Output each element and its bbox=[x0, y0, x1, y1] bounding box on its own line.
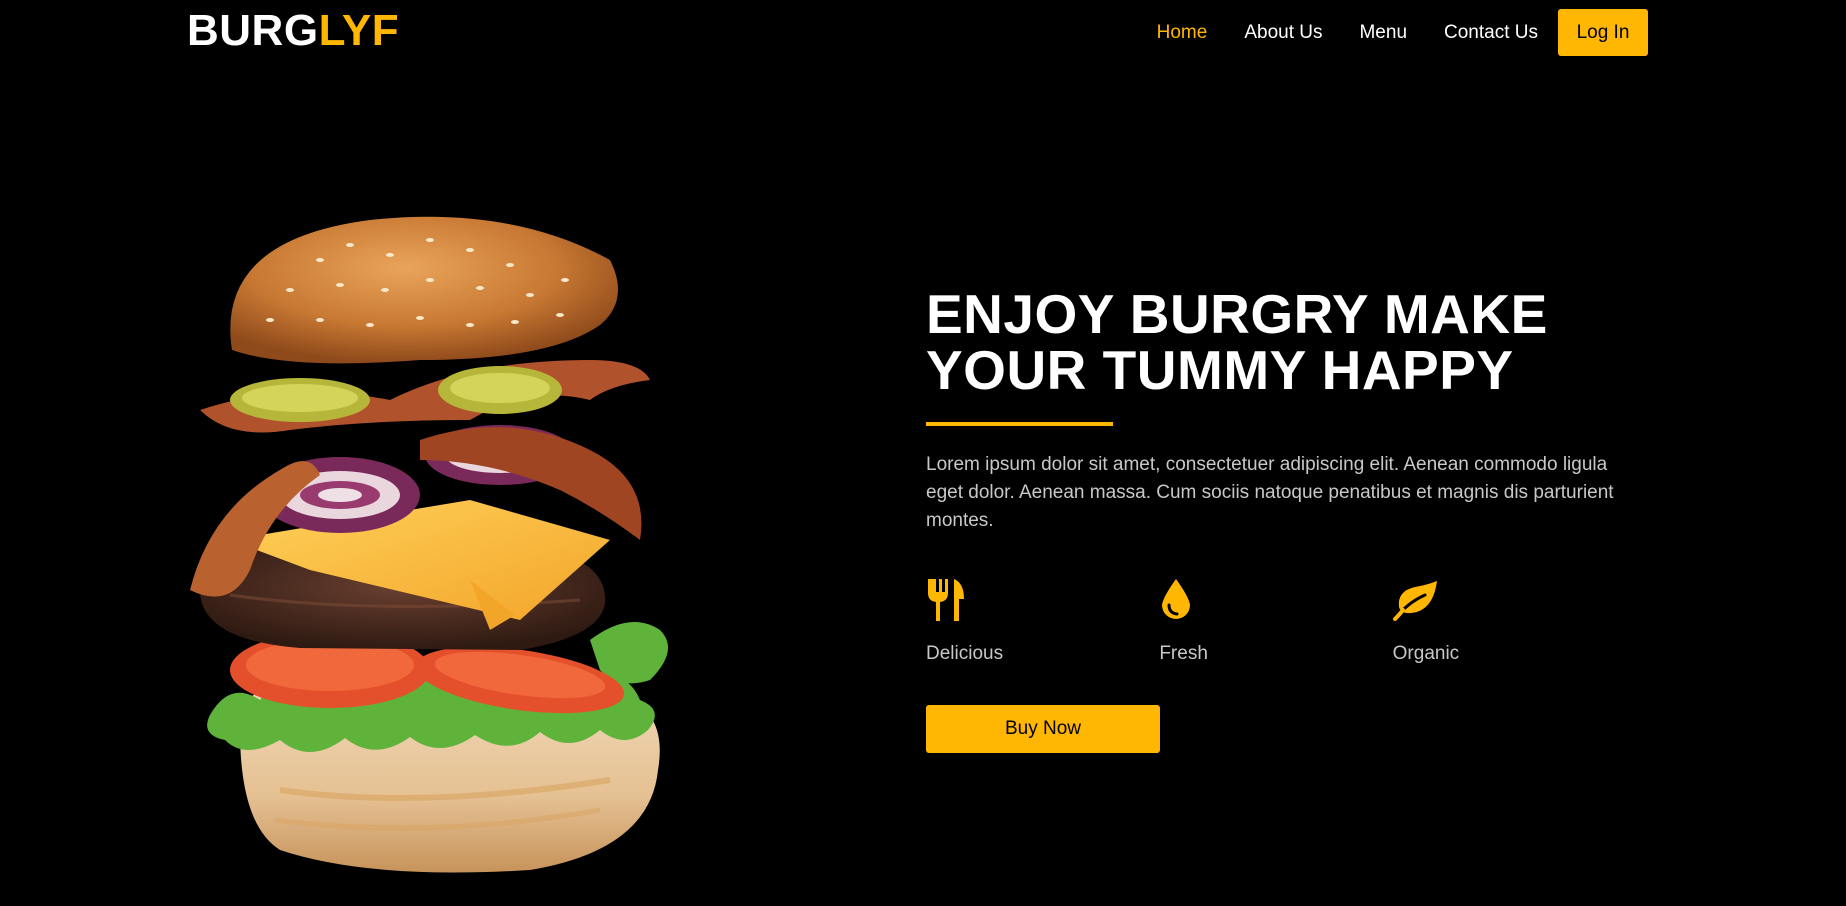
burger-image bbox=[190, 216, 668, 873]
buy-now-button[interactable]: Buy Now bbox=[926, 705, 1160, 753]
leaf-icon bbox=[1392, 581, 1437, 621]
hero-section: ENJOY BURGRY MAKE YOUR TUMMY HAPPY Lorem… bbox=[926, 286, 1626, 753]
navbar: BURGLYF Home About Us Menu Contact Us Lo… bbox=[0, 0, 1846, 64]
utensils-icon bbox=[928, 579, 964, 621]
nav-link-home[interactable]: Home bbox=[1157, 22, 1208, 44]
brand-logo-part1: BURG bbox=[187, 6, 319, 55]
hero-title-line1: ENJOY BURGRY MAKE bbox=[926, 283, 1548, 345]
feature-organic: Organic bbox=[1392, 575, 1626, 665]
hero-title-line2: YOUR TUMMY HAPPY bbox=[926, 339, 1514, 401]
hero-title: ENJOY BURGRY MAKE YOUR TUMMY HAPPY bbox=[926, 286, 1626, 398]
nav-link-menu[interactable]: Menu bbox=[1359, 22, 1407, 44]
feature-fresh: Fresh bbox=[1159, 575, 1392, 665]
droplet-icon bbox=[1162, 579, 1191, 619]
nav-link-about[interactable]: About Us bbox=[1244, 22, 1322, 44]
login-button[interactable]: Log In bbox=[1558, 9, 1648, 56]
title-divider bbox=[926, 422, 1113, 426]
feature-label-fresh: Fresh bbox=[1159, 643, 1208, 664]
hero-description: Lorem ipsum dolor sit amet, consectetuer… bbox=[926, 454, 1614, 531]
brand-logo[interactable]: BURGLYF bbox=[187, 6, 399, 56]
nav-link-contact[interactable]: Contact Us bbox=[1444, 22, 1538, 44]
nav-links: Home About Us Menu Contact Us Log In bbox=[1120, 9, 1648, 56]
feature-list: Delicious Fresh Organic bbox=[926, 575, 1626, 665]
brand-logo-part2: LYF bbox=[318, 6, 400, 55]
feature-label-organic: Organic bbox=[1392, 643, 1460, 664]
feature-label-delicious: Delicious bbox=[926, 643, 1004, 664]
feature-delicious: Delicious bbox=[926, 575, 1159, 665]
